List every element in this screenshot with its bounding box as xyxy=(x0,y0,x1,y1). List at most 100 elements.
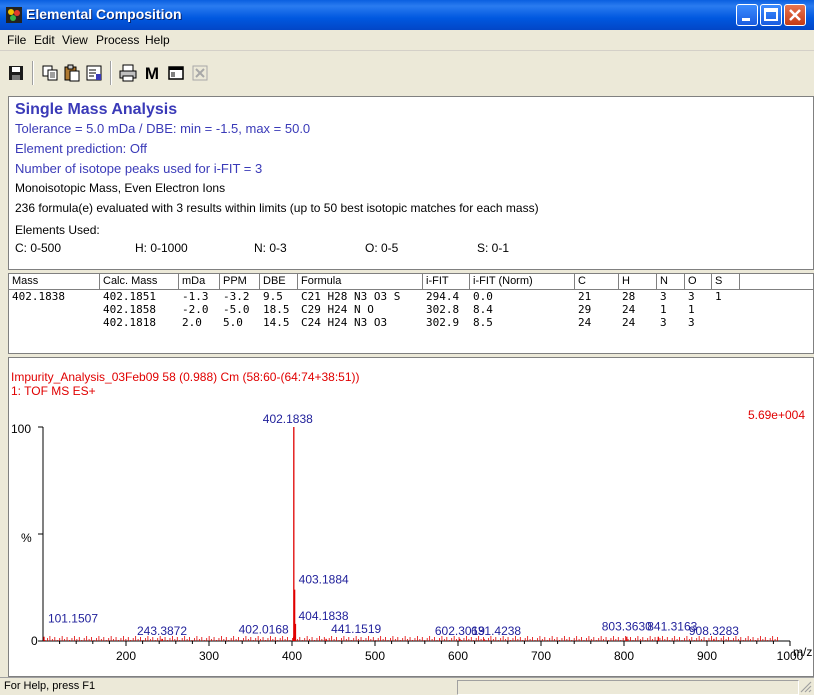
cell-o: 1 xyxy=(688,303,695,316)
cell-h: 24 xyxy=(622,303,636,316)
x-tick-label: 700 xyxy=(531,649,551,663)
menu-file[interactable]: File xyxy=(7,33,26,47)
status-bar: For Help, press F1 xyxy=(0,677,814,695)
spectrum-header: Impurity_Analysis_03Feb09 58 (0.988) Cm … xyxy=(11,370,360,384)
cell-mda: -1.3 xyxy=(182,290,209,303)
table-row[interactable]: 402.1838 402.1851 -1.3 -3.2 9.5 C21 H28 … xyxy=(9,290,813,303)
status-text: For Help, press F1 xyxy=(4,680,96,692)
x-tick-label: 200 xyxy=(116,649,136,663)
col-mda[interactable]: mDa xyxy=(179,274,220,290)
element-range-c: C: 0-500 xyxy=(15,241,62,255)
col-o[interactable]: O xyxy=(685,274,712,290)
maximize-icon xyxy=(764,8,778,21)
close-x-icon[interactable] xyxy=(190,63,210,83)
elements-label: Elements Used: xyxy=(15,223,100,237)
svg-text:M: M xyxy=(145,64,159,83)
cell-dbe: 14.5 xyxy=(263,316,290,329)
element-range-s: S: 0-1 xyxy=(477,241,510,255)
table-row[interactable]: 402.1858 -2.0 -5.0 18.5 C29 H24 N O 302.… xyxy=(9,303,813,316)
properties-icon[interactable] xyxy=(84,63,104,83)
spectrum-detector: 1: TOF MS ES+ xyxy=(11,384,96,398)
window-icon[interactable] xyxy=(166,63,186,83)
cell-o: 3 xyxy=(688,290,695,303)
peak-label: 908.3283 xyxy=(689,624,739,638)
results-table[interactable]: Mass Calc. Mass mDa PPM DBE Formula i-FI… xyxy=(8,273,814,354)
app-icon xyxy=(6,7,22,23)
cell-n: 3 xyxy=(660,316,667,329)
col-formula[interactable]: Formula xyxy=(298,274,423,290)
analysis-heading: Single Mass Analysis xyxy=(15,101,178,118)
element-prediction-text: Element prediction: Off xyxy=(15,141,147,156)
paste-icon[interactable] xyxy=(62,63,82,83)
minimize-button[interactable] xyxy=(736,4,758,26)
cell-ifit-norm: 0.0 xyxy=(473,290,493,303)
title-bar[interactable]: Elemental Composition xyxy=(0,0,814,30)
cell-ifit-norm: 8.5 xyxy=(473,316,493,329)
toolbar-separator xyxy=(32,61,34,85)
cell-mda: -2.0 xyxy=(182,303,209,316)
menu-help[interactable]: Help xyxy=(145,33,170,47)
save-icon[interactable] xyxy=(6,63,26,83)
peak-label: 101.1507 xyxy=(48,612,98,626)
element-range-n: N: 0-3 xyxy=(254,241,287,255)
y-axis-unit-label: % xyxy=(21,531,32,545)
print-icon[interactable] xyxy=(118,63,138,83)
cell-formula: C21 H28 N3 O3 S xyxy=(301,290,401,303)
col-n[interactable]: N xyxy=(657,274,685,290)
toolbar: M xyxy=(0,51,814,93)
cell-dbe: 9.5 xyxy=(263,290,283,303)
cell-o: 3 xyxy=(688,316,695,329)
col-dbe[interactable]: DBE xyxy=(260,274,298,290)
col-mass[interactable]: Mass xyxy=(9,274,100,290)
col-ifit[interactable]: i-FIT xyxy=(423,274,470,290)
col-ppm[interactable]: PPM xyxy=(220,274,260,290)
cell-mass: 402.1838 xyxy=(12,290,65,303)
toolbar-separator xyxy=(110,61,112,85)
x-tick-label: 400 xyxy=(282,649,302,663)
cell-h: 28 xyxy=(622,290,636,303)
x-tick-label: 900 xyxy=(697,649,717,663)
cell-ppm: 5.0 xyxy=(223,316,243,329)
x-tick-label: 500 xyxy=(365,649,385,663)
col-ifit-norm[interactable]: i-FIT (Norm) xyxy=(470,274,575,290)
cell-ifit: 302.9 xyxy=(426,316,460,329)
col-filler xyxy=(740,274,813,290)
m-icon[interactable]: M xyxy=(142,63,162,83)
maximize-button[interactable] xyxy=(760,4,782,26)
element-range-h: H: 0-1000 xyxy=(135,241,188,255)
cell-ifit: 302.8 xyxy=(426,303,460,316)
peak-label: 402.0168 xyxy=(239,623,289,637)
cell-ppm: -3.2 xyxy=(223,290,250,303)
menu-process[interactable]: Process xyxy=(96,33,139,47)
isotope-peaks-text: Number of isotope peaks used for i-FIT =… xyxy=(15,161,263,176)
table-row[interactable]: 402.1818 2.0 5.0 14.5 C24 H24 N3 O3 302.… xyxy=(9,316,813,329)
cell-n: 1 xyxy=(660,303,667,316)
cell-calc-mass: 402.1818 xyxy=(103,316,156,329)
cell-ifit: 294.4 xyxy=(426,290,460,303)
col-s[interactable]: S xyxy=(712,274,740,290)
col-c[interactable]: C xyxy=(575,274,619,290)
window-title: Elemental Composition xyxy=(26,6,182,22)
menu-bar: File Edit View Process Help xyxy=(0,30,814,51)
copy-icon[interactable] xyxy=(40,63,60,83)
col-calc-mass[interactable]: Calc. Mass xyxy=(100,274,179,290)
mass-spectrum-chart[interactable]: Impurity_Analysis_03Feb09 58 (0.988) Cm … xyxy=(9,358,813,676)
status-panel xyxy=(457,680,799,695)
resize-grip-icon[interactable] xyxy=(800,681,812,693)
y-axis-max-label: 100 xyxy=(11,422,31,436)
peak-label: 803.3630 xyxy=(602,620,652,634)
close-button[interactable] xyxy=(784,4,806,26)
cell-h: 24 xyxy=(622,316,636,329)
cell-calc-mass: 402.1858 xyxy=(103,303,156,316)
spectrum-pane[interactable]: Impurity_Analysis_03Feb09 58 (0.988) Cm … xyxy=(8,357,814,677)
menu-view[interactable]: View xyxy=(62,33,88,47)
peak-label: 243.3872 xyxy=(137,624,187,638)
cell-dbe: 18.5 xyxy=(263,303,290,316)
minimize-icon xyxy=(742,18,750,21)
menu-edit[interactable]: Edit xyxy=(34,33,55,47)
peak-label: 402.1838 xyxy=(263,412,313,426)
col-h[interactable]: H xyxy=(619,274,657,290)
cell-calc-mass: 402.1851 xyxy=(103,290,156,303)
cell-c: 29 xyxy=(578,303,592,316)
x-tick-label: 600 xyxy=(448,649,468,663)
